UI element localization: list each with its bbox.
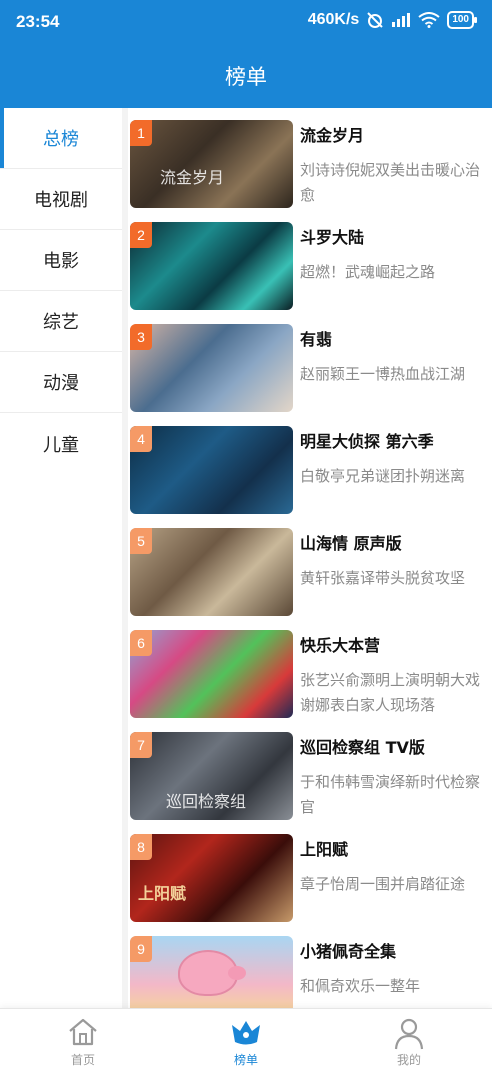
nav-profile[interactable]: 我的 xyxy=(359,1009,459,1075)
page-header: 榜单 xyxy=(0,44,492,108)
show-title[interactable]: 明星大侦探 第六季 xyxy=(300,428,486,452)
nav-home[interactable]: 首页 xyxy=(33,1009,133,1075)
home-icon xyxy=(69,1018,97,1046)
show-title[interactable]: 流金岁月 xyxy=(300,122,486,146)
ranking-list: 1 流金岁月 流金岁月 刘诗诗倪妮双美出击暖心治愈 2 斗罗大陆 超燃！武魂崛起… xyxy=(128,108,492,1008)
list-item[interactable]: 9 小猪佩奇全集 和佩奇欢乐一整年 xyxy=(128,924,492,1008)
rank-badge: 1 xyxy=(130,120,152,146)
peppa-pig-illustration xyxy=(178,950,246,996)
bottom-navigation: 首页 榜单 我的 xyxy=(0,1008,492,1075)
rank-badge: 9 xyxy=(130,936,152,962)
show-title[interactable]: 快乐大本营 xyxy=(300,632,486,656)
status-icons: 460K/s 100 xyxy=(307,11,477,29)
sidebar-item-label: 电视剧 xyxy=(34,190,88,211)
status-time: 23:54 xyxy=(16,12,60,31)
rank-badge: 6 xyxy=(130,630,152,656)
show-thumbnail[interactable]: 1 流金岁月 xyxy=(130,120,293,208)
show-description: 黄轩张嘉译带头脱贫攻坚 xyxy=(300,569,466,587)
status-bar: 23:54 460K/s 100 xyxy=(0,0,492,44)
rank-badge: 8 xyxy=(130,834,152,860)
list-item[interactable]: 7 巡回检察组 巡回检察组 TV版 于和伟韩雪演绎新时代检察官 xyxy=(128,720,492,822)
show-description: 刘诗诗倪妮双美出击暖心治愈 xyxy=(300,161,481,204)
sidebar-item-tv[interactable]: 电视剧 xyxy=(0,169,122,230)
network-speed: 460K/s xyxy=(307,11,360,28)
show-thumbnail[interactable]: 9 xyxy=(130,936,293,1008)
show-description: 和佩奇欢乐一整年 xyxy=(300,977,421,995)
show-description: 超燃！武魂崛起之路 xyxy=(300,263,436,281)
show-description: 于和伟韩雪演绎新时代检察官 xyxy=(300,773,481,816)
show-description: 张艺兴俞灏明上演明朝大戏 谢娜表白家人现场落 xyxy=(300,671,481,714)
nav-label: 首页 xyxy=(70,1053,95,1067)
show-title[interactable]: 有翡 xyxy=(300,326,486,350)
page-title: 榜单 xyxy=(225,65,267,89)
show-title[interactable]: 上阳赋 xyxy=(300,836,486,860)
list-item[interactable]: 8 上阳赋 上阳赋 章子怡周一围并肩踏征途 xyxy=(128,822,492,924)
sidebar-item-label: 总榜 xyxy=(43,129,79,150)
sidebar-item-label: 动漫 xyxy=(43,373,79,394)
list-item[interactable]: 2 斗罗大陆 超燃！武魂崛起之路 xyxy=(128,210,492,312)
nav-label: 我的 xyxy=(396,1053,421,1067)
list-item[interactable]: 4 明星大侦探 第六季 白敬亭兄弟谜团扑朔迷离 xyxy=(128,414,492,516)
list-item[interactable]: 6 快乐大本营 张艺兴俞灏明上演明朝大戏 谢娜表白家人现场落 xyxy=(128,618,492,720)
nav-ranking[interactable]: 榜单 xyxy=(196,1009,296,1075)
rank-badge: 7 xyxy=(130,732,152,758)
user-icon xyxy=(394,1018,424,1050)
show-title[interactable]: 小猪佩奇全集 xyxy=(300,938,486,962)
sidebar-item-variety[interactable]: 综艺 xyxy=(0,291,122,352)
signal-icon xyxy=(392,13,411,27)
show-title[interactable]: 山海情 原声版 xyxy=(300,530,486,554)
show-title[interactable]: 斗罗大陆 xyxy=(300,224,486,248)
show-thumbnail[interactable]: 4 xyxy=(130,426,293,514)
nav-label: 榜单 xyxy=(233,1053,258,1067)
thumbnail-caption: 流金岁月 xyxy=(160,168,225,187)
sidebar-item-all[interactable]: 总榜 xyxy=(0,108,122,169)
show-thumbnail[interactable]: 5 xyxy=(130,528,293,616)
wifi-icon xyxy=(418,12,440,28)
show-title[interactable]: 巡回检察组 TV版 xyxy=(300,734,486,758)
sidebar-item-kids[interactable]: 儿童 xyxy=(0,413,122,474)
sidebar-item-label: 电影 xyxy=(43,251,79,272)
show-description: 赵丽颖王一博热血战江湖 xyxy=(300,365,466,383)
alarm-off-icon xyxy=(367,12,384,28)
sidebar-item-label: 儿童 xyxy=(43,434,79,456)
thumbnail-caption: 上阳赋 xyxy=(138,884,187,903)
sidebar-item-anime[interactable]: 动漫 xyxy=(0,352,122,413)
list-item[interactable]: 1 流金岁月 流金岁月 刘诗诗倪妮双美出击暖心治愈 xyxy=(128,108,492,210)
show-thumbnail[interactable]: 2 xyxy=(130,222,293,310)
category-sidebar: 总榜 电视剧 电影 综艺 动漫 儿童 xyxy=(0,108,122,1008)
show-description: 章子怡周一围并肩踏征途 xyxy=(300,875,466,893)
battery-icon: 100 xyxy=(447,11,477,29)
thumbnail-caption: 巡回检察组 xyxy=(166,792,247,811)
crown-icon xyxy=(232,1021,260,1045)
show-thumbnail[interactable]: 8 上阳赋 xyxy=(130,834,293,922)
rank-badge: 3 xyxy=(130,324,152,350)
show-thumbnail[interactable]: 3 xyxy=(130,324,293,412)
rank-badge: 2 xyxy=(130,222,152,248)
rank-badge: 5 xyxy=(130,528,152,554)
sidebar-item-movie[interactable]: 电影 xyxy=(0,230,122,291)
rank-badge: 4 xyxy=(130,426,152,452)
show-thumbnail[interactable]: 6 xyxy=(130,630,293,718)
list-item[interactable]: 5 山海情 原声版 黄轩张嘉译带头脱贫攻坚 xyxy=(128,516,492,618)
sidebar-item-label: 综艺 xyxy=(43,312,79,333)
list-item[interactable]: 3 有翡 赵丽颖王一博热血战江湖 xyxy=(128,312,492,414)
show-thumbnail[interactable]: 7 巡回检察组 xyxy=(130,732,293,820)
show-description: 白敬亭兄弟谜团扑朔迷离 xyxy=(300,467,466,485)
